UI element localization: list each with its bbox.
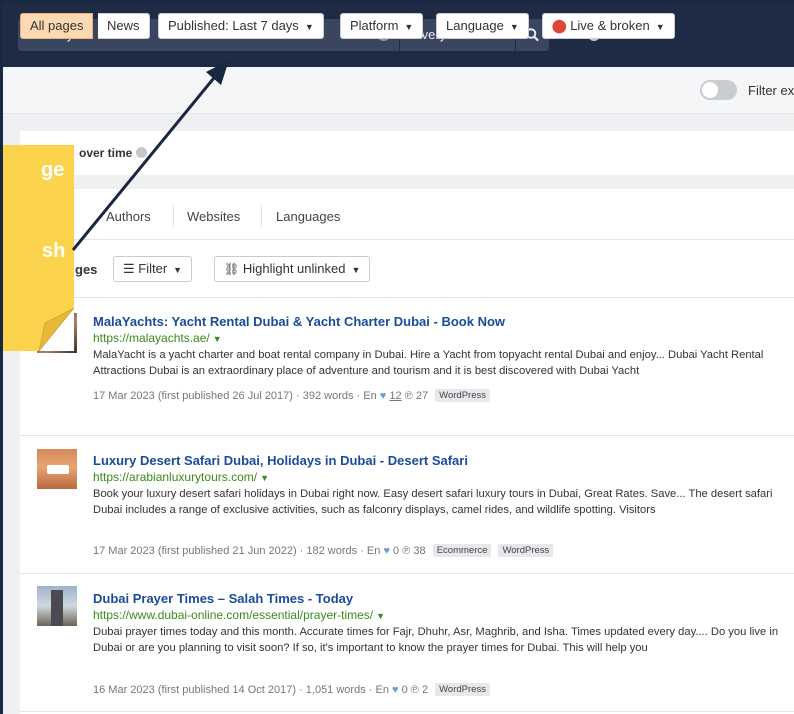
result-url[interactable]: https://malayachts.ae/▼ — [93, 331, 222, 345]
caret-down-icon[interactable]: ▼ — [213, 334, 222, 344]
filter-exp-label: Filter exp — [748, 83, 794, 98]
platform-tag: WordPress — [498, 544, 554, 557]
meta-text: 17 Mar 2023 (first published 26 Jul 2017… — [93, 390, 377, 402]
highlight-unlinked-button[interactable]: ⛓ Highlight unlinked ▼ — [214, 256, 371, 282]
result-url-text: https://www.dubai-online.com/essential/p… — [93, 608, 374, 622]
all-pages-tab[interactable]: All pages — [20, 13, 94, 39]
unlink-icon: ⛓ — [224, 262, 240, 276]
link-status-icon: ⬤ — [552, 18, 567, 33]
result-meta: 16 Mar 2023 (first published 14 Oct 2017… — [93, 683, 490, 696]
platform-dropdown[interactable]: Platform ▼ — [340, 13, 424, 39]
twitter-count: 0 — [393, 545, 400, 557]
row-divider — [20, 711, 794, 712]
platform-tag: WordPress — [435, 389, 490, 402]
filter-label: Filter — [138, 261, 168, 276]
news-tab[interactable]: News — [98, 13, 150, 39]
platform-label: Platform — [350, 18, 399, 33]
result-url[interactable]: https://www.dubai-online.com/essential/p… — [93, 608, 385, 622]
callout-line: ge — [41, 159, 65, 181]
live-broken-dropdown[interactable]: ⬤ Live & broken ▼ — [542, 13, 675, 39]
pinterest-count: 2 — [421, 684, 429, 696]
result-url[interactable]: https://arabianluxurytours.com/▼ — [93, 470, 269, 484]
tab-websites[interactable]: Websites — [187, 209, 240, 224]
pinterest-icon: ℗ — [404, 390, 413, 402]
caret-down-icon: ▼ — [655, 22, 665, 32]
pinterest-count: 27 — [415, 390, 429, 402]
callout-line: sh — [42, 240, 66, 262]
app-frame: Holidays in Dubai ✕ ? Everywhere ▼ ?How … — [0, 0, 794, 714]
twitter-icon: ♥ — [383, 545, 390, 557]
caret-down-icon: ▼ — [304, 22, 314, 32]
language-dropdown[interactable]: Language ▼ — [436, 13, 529, 39]
caret-down-icon[interactable]: ▼ — [260, 473, 269, 483]
row-divider — [20, 297, 794, 298]
all-pages-label: All pages — [30, 18, 84, 33]
result-description: Dubai prayer times today and this month.… — [93, 626, 779, 654]
filter-icon: ☰ — [123, 261, 135, 276]
news-label: News — [107, 18, 140, 33]
published-label: Published: Last 7 days — [168, 18, 299, 33]
platform-tag: WordPress — [435, 683, 490, 696]
caret-down-icon[interactable]: ▼ — [376, 611, 385, 621]
caret-down-icon: ▼ — [351, 265, 361, 275]
chart-title-text: over time — [79, 146, 133, 160]
result-thumbnail — [37, 586, 77, 626]
twitter-icon: ♥ — [379, 390, 387, 402]
row-divider — [20, 573, 794, 574]
tab-languages[interactable]: Languages — [276, 209, 340, 224]
result-description: Book your luxury desert safari holidays … — [93, 488, 773, 516]
result-title[interactable]: MalaYachts: Yacht Rental Dubai & Yacht C… — [93, 314, 505, 329]
highlight-label: Highlight unlinked — [242, 261, 346, 276]
tab-authors[interactable]: Authors — [106, 209, 151, 224]
pinterest-icon: ℗ — [402, 545, 411, 557]
pinterest-count: 38 — [413, 545, 426, 557]
chart-section-title: over time — [79, 146, 148, 160]
language-label: Language — [446, 18, 504, 33]
help-icon[interactable] — [136, 147, 148, 158]
caret-down-icon: ▼ — [404, 22, 414, 32]
building-shape — [51, 590, 63, 626]
meta-text: 16 Mar 2023 (first published 14 Oct 2017… — [93, 684, 389, 696]
row-divider — [20, 435, 794, 436]
result-meta: 17 Mar 2023 (first published 21 Jun 2022… — [93, 544, 554, 557]
caret-down-icon: ▼ — [173, 265, 183, 275]
car-shape — [47, 465, 69, 474]
filter-bar — [3, 67, 794, 114]
result-title[interactable]: Luxury Desert Safari Dubai, Holidays in … — [93, 453, 468, 468]
filter-button[interactable]: ☰ Filter ▼ — [113, 256, 193, 282]
result-thumbnail — [37, 449, 77, 489]
result-url-text: https://malayachts.ae/ — [93, 331, 210, 345]
meta-text: 17 Mar 2023 (first published 21 Jun 2022… — [93, 545, 381, 557]
twitter-icon: ♥ — [392, 684, 399, 696]
published-dropdown[interactable]: Published: Last 7 days ▼ — [158, 13, 324, 39]
result-title[interactable]: Dubai Prayer Times – Salah Times - Today — [93, 591, 353, 606]
pinterest-icon: ℗ — [410, 684, 419, 696]
caret-down-icon: ▼ — [509, 22, 519, 32]
tab-divider — [173, 205, 174, 227]
platform-tag: Ecommerce — [432, 544, 492, 557]
twitter-count: 0 — [401, 684, 408, 696]
tab-divider — [261, 205, 262, 227]
filter-toggle[interactable] — [700, 80, 737, 100]
twitter-count[interactable]: 12 — [389, 390, 401, 402]
result-url-text: https://arabianluxurytours.com/ — [93, 470, 258, 484]
result-meta: 17 Mar 2023 (first published 26 Jul 2017… — [93, 389, 490, 402]
result-description: MalaYacht is a yacht charter and boat re… — [93, 349, 764, 377]
results-label: ges — [75, 262, 98, 277]
live-broken-label: Live & broken — [570, 18, 650, 33]
callout-fold — [38, 307, 75, 352]
